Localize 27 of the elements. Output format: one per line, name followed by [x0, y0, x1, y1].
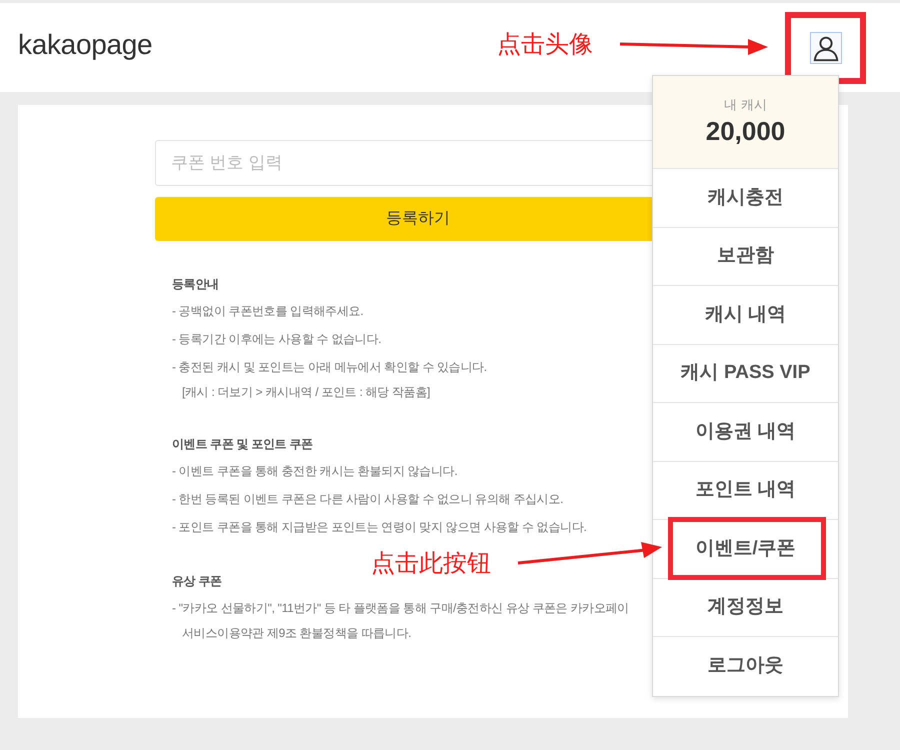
menu-item[interactable]: 포인트 내역: [691, 476, 800, 504]
menu-item[interactable]: 이용권 내역: [691, 418, 800, 446]
notice-heading: 유상 쿠폰: [172, 573, 222, 590]
menu-item[interactable]: 로그아웃: [704, 652, 788, 680]
notice-text: 서비스이용약관 제9조 환불정책을 따릅니다.: [181, 625, 412, 642]
notice-text: - 공백없이 쿠폰번호를 입력해주세요.: [172, 303, 364, 320]
logo[interactable]: kakaopage: [18, 30, 152, 58]
menu-item[interactable]: 캐시 PASS VIP: [676, 359, 814, 388]
cash-label: 내 캐시: [724, 96, 767, 114]
notice-text: [캐시 : 더보기 > 캐시내역 / 포인트 : 해당 작품홈]: [181, 384, 430, 401]
notice-text: - "카카오 선물하기", "11번가" 등 타 플랫폼을 통해 구매/충전하신 유상 쿠폰은 카카오페이: [172, 600, 629, 617]
notice-text: - 이벤트 쿠폰을 통해 충전한 캐시는 환불되지 않습니다.: [172, 463, 458, 480]
menu-item[interactable]: 캐시 내역: [700, 300, 790, 329]
notice-text: - 충전된 캐시 및 포인트는 아래 메뉴에서 확인할 수 있습니다.: [172, 359, 487, 376]
profile-icon[interactable]: [810, 32, 842, 64]
annotation-text: 点击此按钮: [371, 549, 491, 579]
annotation-text: 点击头像: [497, 30, 593, 60]
menu-item[interactable]: 보관함: [713, 242, 778, 270]
notice-text: - 포인트 쿠폰을 통해 지급받은 포인트는 연령이 맞지 않으면 사용할 수 없습니다.: [172, 519, 587, 536]
notice-text: - 한번 등록된 이벤트 쿠폰은 다른 사람이 사용할 수 없으니 유의해 주십시오.: [172, 491, 564, 508]
notice-heading: 이벤트 쿠폰 및 포인트 쿠폰: [172, 436, 313, 453]
menu-item[interactable]: 이벤트/쿠폰: [691, 534, 800, 563]
notice-heading: 등록안내: [172, 276, 219, 293]
cash-amount: 20,000: [706, 115, 786, 148]
menu-item[interactable]: 캐시충전: [704, 184, 788, 212]
menu-item[interactable]: 계정정보: [704, 593, 788, 622]
notice-text: - 등록기간 이후에는 사용할 수 없습니다.: [172, 331, 382, 348]
